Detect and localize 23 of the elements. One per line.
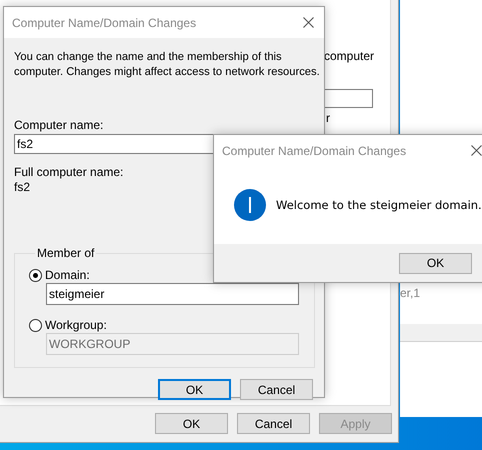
label-text: r [326,111,330,125]
dialog-button[interactable]: OK [158,379,231,400]
text-field[interactable] [324,89,373,108]
window-title: Computer Name/Domain Changes [12,16,196,30]
value-text: fs2 [14,180,30,194]
ok-button[interactable]: OK [399,252,472,274]
group-label: Member of [36,246,96,260]
radio-label: Workgroup: [45,318,107,332]
field-label: Full computer name: [14,165,124,179]
radio-label: Domain: [45,268,90,282]
info-icon [234,189,266,221]
dialog-button[interactable]: Cancel [240,379,313,400]
radio-button[interactable] [29,268,42,282]
field-label: Computer name: [14,118,104,132]
label-text: computer [324,49,374,63]
dialog-button[interactable]: Cancel [237,413,310,434]
input-field[interactable]: steigmeier [46,283,299,305]
close-icon[interactable] [471,145,482,156]
message-text: Welcome to the steigmeier domain. [276,198,482,212]
dialog-button[interactable]: OK [155,413,228,434]
close-icon[interactable] [303,17,314,28]
label-text: er,1 [400,286,420,300]
description-text: You can change the name and the membership of this computer. Changes might affect access to network resources. [14,50,320,80]
